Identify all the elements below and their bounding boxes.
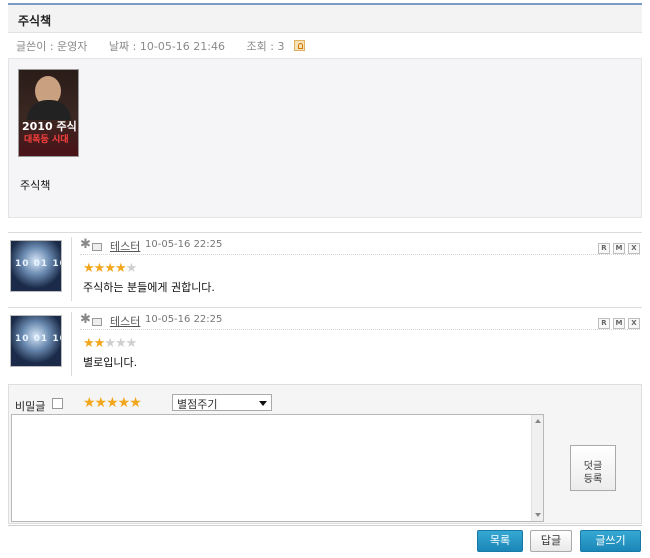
modify-icon[interactable]: M	[613, 243, 625, 254]
star-icon: ★	[93, 336, 106, 351]
comment-time: 10-05-16 22:25	[145, 314, 223, 325]
comment-header: 테스터 10-05-16 22:25 RMX	[80, 237, 640, 255]
rss-icon[interactable]	[293, 40, 305, 51]
comment-author[interactable]: 테스터	[110, 238, 140, 254]
comment-actions: RMX	[595, 315, 640, 329]
post-body: 주식책	[20, 179, 51, 192]
secret-label: 비밀글	[15, 400, 46, 413]
avatar	[10, 240, 62, 292]
comment-item: 테스터 10-05-16 22:25 RMX ★★★★★ 별로입니다.	[8, 307, 642, 380]
rating-select[interactable]: 별점주기	[172, 394, 272, 411]
reply-button[interactable]: 답글	[530, 530, 572, 552]
star-icon: ★	[114, 261, 127, 276]
comment-item: 테스터 10-05-16 22:25 RMX ★★★★★ 주식하는 분들에게 권…	[8, 232, 642, 305]
comment-rating: ★★★★★	[83, 336, 138, 351]
star-icon: ★	[93, 261, 106, 276]
post-author: 글쓴이 : 운영자	[16, 40, 88, 53]
star-icon: ★	[104, 261, 116, 276]
divider	[71, 312, 72, 376]
comment-header: 테스터 10-05-16 22:25 RMX	[80, 312, 640, 330]
member-level-icon	[80, 237, 102, 252]
book-cover-image: 2010 주식 대폭등 시대	[18, 69, 79, 157]
delete-icon[interactable]: X	[628, 318, 640, 329]
comment-rating: ★★★★★	[83, 261, 138, 276]
post-title-bar: 주식책	[8, 5, 642, 33]
star-icon: ★	[104, 336, 116, 351]
secret-checkbox[interactable]	[52, 398, 63, 409]
post-title: 주식책	[18, 14, 52, 28]
comment-textarea[interactable]	[11, 414, 544, 522]
reply-icon[interactable]: R	[598, 318, 610, 329]
book-cover-suit	[27, 100, 71, 120]
avatar	[10, 315, 62, 367]
comment-actions: RMX	[595, 240, 640, 254]
member-level-icon	[80, 312, 102, 327]
comment-time: 10-05-16 22:25	[145, 239, 223, 250]
book-cover-subtitle: 대폭등 시대	[24, 135, 69, 145]
scroll-up-icon[interactable]	[535, 419, 541, 423]
post-views: 조회 : 3	[246, 40, 285, 53]
bottom-divider	[8, 525, 642, 526]
post-meta: 글쓴이 : 운영자 날짜 : 10-05-16 21:46 조회 : 3	[16, 38, 311, 54]
rating-select-value: 별점주기	[177, 398, 218, 411]
star-icon: ★	[125, 336, 138, 351]
comment-text: 별로입니다.	[83, 356, 138, 369]
comment-form: 비밀글 ★★★★★ 별점주기 덧글 등록	[8, 384, 642, 524]
scroll-down-icon[interactable]	[535, 513, 541, 517]
delete-icon[interactable]: X	[628, 243, 640, 254]
chevron-down-icon	[259, 401, 267, 406]
reply-icon[interactable]: R	[598, 243, 610, 254]
comment-submit-button[interactable]: 덧글 등록	[570, 445, 616, 491]
divider	[71, 237, 72, 301]
star-icon: ★	[114, 336, 127, 351]
comment-text: 주식하는 분들에게 권합니다.	[83, 281, 215, 294]
write-button[interactable]: 글쓰기	[580, 530, 641, 552]
rating-stars-icon[interactable]: ★★★★★	[83, 395, 142, 411]
list-button[interactable]: 목록	[477, 530, 523, 552]
star-icon: ★	[125, 261, 138, 276]
star-icon: ★	[83, 261, 95, 276]
post-date: 날짜 : 10-05-16 21:46	[108, 40, 225, 53]
post-content: 2010 주식 대폭등 시대 주식책	[8, 58, 642, 218]
modify-icon[interactable]: M	[613, 318, 625, 329]
comment-author[interactable]: 테스터	[110, 313, 140, 329]
textarea-scrollbar[interactable]	[531, 415, 543, 521]
star-icon: ★	[83, 336, 95, 351]
